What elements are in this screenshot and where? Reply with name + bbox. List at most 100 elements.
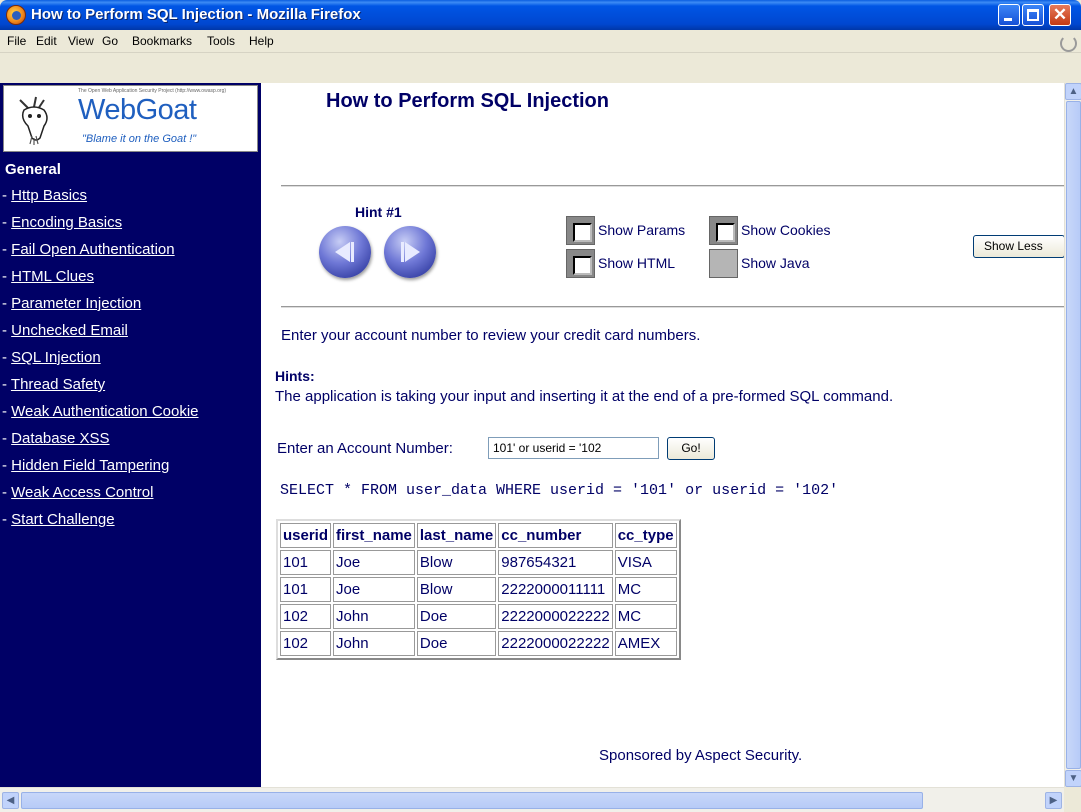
show-html-checkbox[interactable] — [566, 249, 595, 278]
table-row: 102 John Doe 2222000022222 AMEX — [280, 631, 677, 656]
scrollbar-corner — [1064, 787, 1081, 812]
table-header-row: userid first_name last_name cc_number cc… — [280, 523, 677, 548]
table-cell: 102 — [280, 604, 332, 629]
table-cell: 102 — [280, 631, 332, 656]
scroll-left-icon[interactable]: ◀ — [2, 792, 19, 809]
table-cell: Doe — [416, 631, 497, 656]
previous-hint-button[interactable] — [319, 226, 371, 278]
sidebar-item[interactable]: - Encoding Basics — [0, 214, 261, 241]
show-cookies-checkbox[interactable] — [709, 216, 738, 245]
table-cell: Blow — [416, 550, 497, 575]
sidebar-item-label[interactable]: Encoding Basics — [11, 214, 122, 231]
scroll-up-icon[interactable]: ▲ — [1065, 83, 1081, 100]
column-header: first_name — [333, 523, 415, 548]
hint-label: Hint #1 — [355, 204, 402, 220]
table-cell: Joe — [333, 550, 415, 575]
show-less-button[interactable]: Show Less — [973, 235, 1064, 258]
sidebar-item[interactable]: - Database XSS — [0, 430, 261, 457]
scroll-down-icon[interactable]: ▼ — [1065, 770, 1081, 787]
next-arrow-icon — [405, 242, 420, 262]
table-cell: 101 — [280, 577, 332, 602]
menu-bar: File Edit View Go Bookmarks Tools Help — [0, 30, 1081, 53]
sidebar-item-label[interactable]: Http Basics — [11, 187, 87, 204]
table-cell: 2222000022222 — [498, 631, 613, 656]
sidebar-item[interactable]: - Unchecked Email — [0, 322, 261, 349]
account-number-label: Enter an Account Number: — [277, 440, 453, 457]
table-cell: John — [333, 604, 415, 629]
table-cell: 101 — [280, 550, 332, 575]
sidebar-item-label[interactable]: Weak Access Control — [11, 484, 153, 501]
minimize-icon — [1004, 18, 1012, 21]
sponsor-text: Sponsored by Aspect Security. — [599, 747, 803, 764]
sidebar-item[interactable]: - SQL Injection — [0, 349, 261, 376]
menu-bookmarks[interactable]: Bookmarks — [132, 34, 192, 48]
sidebar-item[interactable]: - Thread Safety — [0, 376, 261, 403]
bottom-divider — [281, 306, 1064, 308]
table-cell: 2222000022222 — [498, 604, 613, 629]
table-cell: Doe — [416, 604, 497, 629]
column-header: cc_number — [498, 523, 613, 548]
minimize-button[interactable] — [998, 4, 1020, 26]
sidebar-item-label[interactable]: Database XSS — [11, 430, 109, 447]
show-params-label: Show Params — [598, 222, 686, 238]
sidebar-item[interactable]: - Weak Authentication Cookie — [0, 403, 261, 430]
sidebar-item[interactable]: - Weak Access Control — [0, 484, 261, 511]
menu-go[interactable]: Go — [102, 34, 118, 48]
sidebar-heading: General — [5, 161, 61, 178]
firefox-window: How to Perform SQL Injection - Mozilla F… — [0, 0, 1081, 812]
show-java-label: Show Java — [741, 255, 810, 271]
table-cell: VISA — [614, 550, 677, 575]
vertical-scroll-thumb[interactable] — [1066, 101, 1081, 769]
column-header: userid — [280, 523, 332, 548]
show-html-label: Show HTML — [598, 255, 676, 271]
sidebar-item[interactable]: - Fail Open Authentication — [0, 241, 261, 268]
show-java-checkbox[interactable] — [709, 249, 738, 278]
sidebar-item-label[interactable]: Unchecked Email — [11, 322, 128, 339]
sidebar-item[interactable]: - Http Basics — [0, 187, 261, 214]
table-cell: MC — [614, 604, 677, 629]
sidebar-item-label[interactable]: SQL Injection — [11, 349, 101, 366]
horizontal-scroll-thumb[interactable] — [21, 792, 923, 809]
sidebar-item-label[interactable]: Parameter Injection — [11, 295, 141, 312]
sidebar-item[interactable]: - Start Challenge — [0, 511, 261, 538]
table-row: 102 John Doe 2222000022222 MC — [280, 604, 677, 629]
close-button[interactable]: ✕ — [1049, 4, 1071, 26]
column-header: cc_type — [614, 523, 677, 548]
sidebar-item-label[interactable]: Start Challenge — [11, 511, 114, 528]
lesson-sidebar: The Open Web Application Security Projec… — [0, 83, 261, 787]
horizontal-scrollbar[interactable]: ◀ ▶ — [0, 787, 1064, 812]
go-button[interactable]: Go! — [667, 437, 715, 460]
sidebar-item-label[interactable]: HTML Clues — [11, 268, 94, 285]
sidebar-item-label[interactable]: Thread Safety — [11, 376, 105, 393]
table-cell: AMEX — [614, 631, 677, 656]
menu-file[interactable]: File — [7, 34, 26, 48]
next-hint-button[interactable] — [384, 226, 436, 278]
table-cell: Blow — [416, 577, 497, 602]
menu-tools[interactable]: Tools — [207, 34, 235, 48]
maximize-button[interactable] — [1022, 4, 1044, 26]
results-table: userid first_name last_name cc_number cc… — [276, 519, 681, 660]
sidebar-item[interactable]: - HTML Clues — [0, 268, 261, 295]
menu-view[interactable]: View — [68, 34, 94, 48]
sidebar-item-label[interactable]: Hidden Field Tampering — [11, 457, 169, 474]
title-bar: How to Perform SQL Injection - Mozilla F… — [0, 0, 1081, 30]
maximize-icon — [1027, 9, 1039, 21]
firefox-icon — [6, 5, 26, 25]
vertical-scrollbar[interactable]: ▲ ▼ — [1064, 83, 1081, 787]
close-icon: ✕ — [1052, 5, 1068, 24]
account-number-input[interactable] — [488, 437, 659, 459]
show-params-checkbox[interactable] — [566, 216, 595, 245]
sidebar-item-label[interactable]: Weak Authentication Cookie — [11, 403, 198, 420]
sql-query: SELECT * FROM user_data WHERE userid = '… — [280, 482, 839, 499]
menu-edit[interactable]: Edit — [36, 34, 57, 48]
previous-arrow-icon — [335, 242, 350, 262]
hints-heading: Hints: — [275, 368, 315, 384]
sidebar-item-label[interactable]: Fail Open Authentication — [11, 241, 174, 258]
hints-text: The application is taking your input and… — [275, 388, 894, 405]
sidebar-item[interactable]: - Parameter Injection — [0, 295, 261, 322]
lesson-intro: Enter your account number to review your… — [281, 327, 701, 344]
menu-help[interactable]: Help — [249, 34, 274, 48]
table-cell: MC — [614, 577, 677, 602]
scroll-right-icon[interactable]: ▶ — [1045, 792, 1062, 809]
sidebar-item[interactable]: - Hidden Field Tampering — [0, 457, 261, 484]
